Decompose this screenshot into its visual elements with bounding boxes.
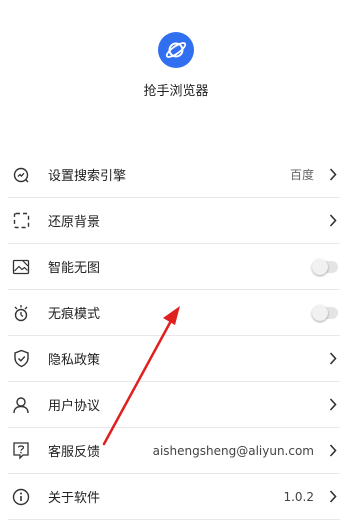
settings-item-restore-background[interactable]: 还原背景 [8,198,340,244]
settings-item-label: 无痕模式 [48,307,101,322]
settings-item-label: 还原背景 [48,215,101,230]
chevron-right-icon [328,214,338,228]
app-name: 抢手浏览器 [143,84,209,99]
search-engine-value: 百度 [289,168,314,182]
settings-item-label: 关于软件 [48,491,101,506]
toggle-knob [312,304,328,321]
person-icon [10,394,32,416]
incognito-toggle[interactable] [312,304,338,321]
search-engine-icon [10,164,32,186]
shield-check-icon [10,348,32,370]
info-icon [10,486,32,508]
chevron-right-icon [328,444,338,458]
settings-item-about[interactable]: 关于软件 1.0.2 [8,474,340,520]
app-version: 1.0.2 [283,489,314,504]
settings-item-search-engine[interactable]: 设置搜索引擎 百度 [8,152,340,198]
settings-item-label: 设置搜索引擎 [48,169,127,184]
settings-item-user-agreement[interactable]: 用户协议 [8,382,340,428]
chevron-right-icon [328,352,338,366]
planet-icon [165,42,187,58]
settings-item-label: 智能无图 [48,261,101,276]
chevron-right-icon [328,398,338,412]
incognito-icon [10,302,32,324]
chevron-right-icon [328,490,338,504]
toggle-knob [312,258,328,275]
app-logo [158,32,194,68]
settings-item-label: 用户协议 [48,399,101,414]
feedback-question-icon [10,440,32,462]
chevron-right-icon [328,168,338,182]
settings-item-smart-no-image[interactable]: 智能无图 [8,244,340,290]
header: 抢手浏览器 [0,0,352,130]
dashed-square-icon [10,210,32,232]
settings-list: 设置搜索引擎 百度 还原背景 智能无图 无痕模式 隐私政策 用户协议 客服反馈 … [0,152,352,520]
no-image-icon [10,256,32,278]
settings-item-privacy-policy[interactable]: 隐私政策 [8,336,340,382]
smart-no-image-toggle[interactable] [312,258,338,275]
settings-item-feedback[interactable]: 客服反馈 aishengsheng@aliyun.com [8,428,340,474]
settings-item-label: 客服反馈 [48,445,101,460]
settings-item-label: 隐私政策 [48,353,101,368]
settings-item-incognito[interactable]: 无痕模式 [8,290,340,336]
feedback-email: aishengsheng@aliyun.com [152,443,314,458]
